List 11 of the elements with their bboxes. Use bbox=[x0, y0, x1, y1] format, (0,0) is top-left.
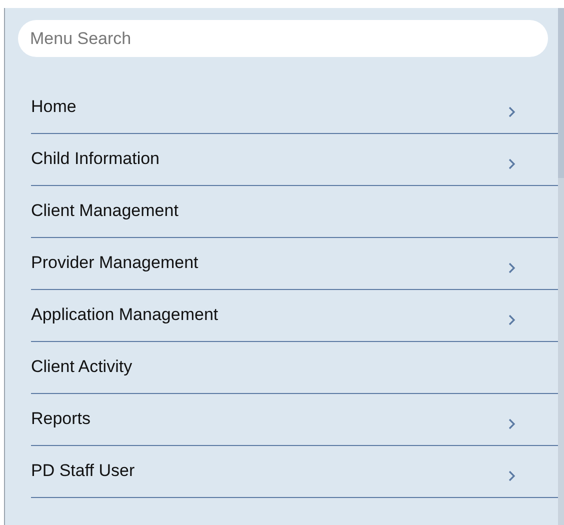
scrollbar-thumb[interactable] bbox=[558, 8, 564, 178]
search-field[interactable]: Menu Search bbox=[18, 20, 548, 57]
menu-item[interactable]: Client Management bbox=[31, 186, 558, 238]
menu-item[interactable]: Application Management bbox=[31, 290, 558, 342]
menu-item[interactable]: PD Staff User bbox=[31, 446, 558, 498]
menu-item[interactable]: Home bbox=[31, 82, 558, 134]
menu-item[interactable]: Reports bbox=[31, 394, 558, 446]
scrollbar[interactable] bbox=[558, 8, 564, 525]
menu-item[interactable]: Child Information bbox=[31, 134, 558, 186]
menu-item[interactable]: Client Activity bbox=[31, 342, 558, 394]
menu-item[interactable]: Provider Management bbox=[31, 238, 558, 290]
